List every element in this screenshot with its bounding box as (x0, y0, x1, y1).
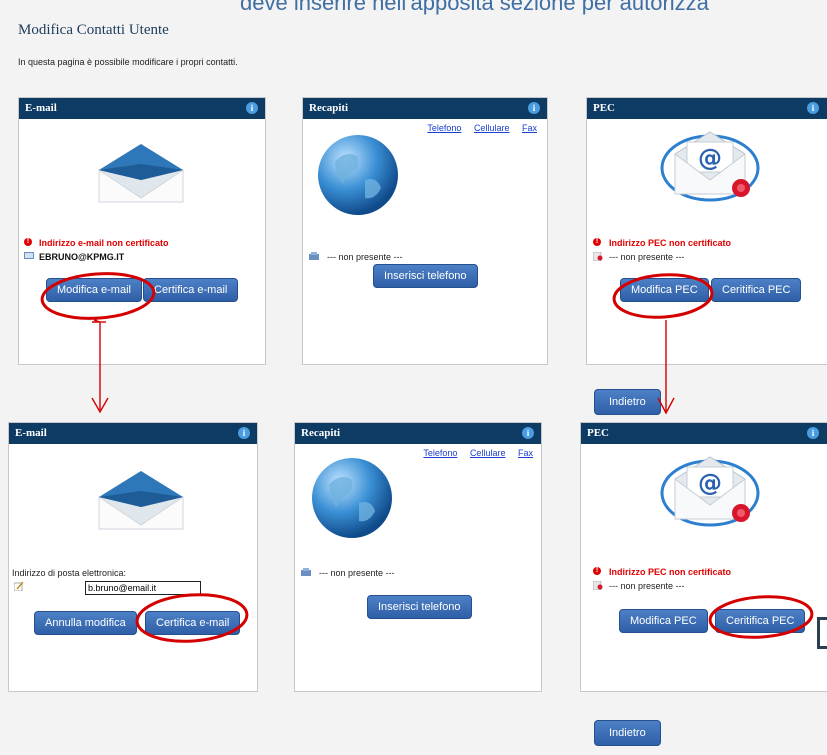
certificate-icon (593, 252, 603, 261)
pec-panel-title: PEC (593, 102, 615, 114)
clipped-heading-text: deve inserire nell'apposita sezione per … (240, 0, 709, 15)
contact-type-links: Telefono Cellulare Fax (417, 123, 537, 133)
back-button-top[interactable]: Indietro (594, 389, 661, 415)
link-cellulare[interactable]: Cellulare (470, 448, 506, 458)
recapiti-panel-title: Recapiti (309, 102, 349, 114)
svg-text:@: @ (698, 469, 722, 497)
info-icon[interactable]: i (238, 427, 250, 439)
alert-icon: ! (593, 238, 601, 246)
back-button-bottom[interactable]: Indietro (594, 720, 661, 746)
pec-envelope-icon: @ (660, 131, 760, 202)
pec-warning: Indirizzo PEC non certificato (609, 567, 732, 577)
page-title: Modifica Contatti Utente (18, 22, 169, 38)
recapiti-panel-top: Recapiti i Telefono Cellulare Fax --- no… (302, 97, 548, 365)
info-icon[interactable]: i (807, 102, 819, 114)
modify-email-button[interactable]: Modifica e-mail (46, 278, 142, 302)
info-icon[interactable]: i (528, 102, 540, 114)
phone-status: --- non presente --- (319, 568, 395, 578)
modify-pec-button[interactable]: Modifica PEC (619, 609, 708, 633)
email-panel-title: E-mail (25, 102, 57, 114)
pec-envelope-icon: @ (660, 456, 760, 527)
globe-icon (312, 458, 392, 538)
globe-icon (318, 135, 398, 215)
envelope-icon (98, 144, 184, 203)
svg-text:@: @ (698, 144, 722, 172)
modify-pec-button[interactable]: Modifica PEC (620, 278, 709, 302)
link-cellulare[interactable]: Cellulare (474, 123, 510, 133)
email-warning: Indirizzo e-mail non certificato (39, 238, 169, 248)
phone-status: --- non presente --- (327, 252, 403, 262)
certify-pec-button[interactable]: Ceritifica PEC (711, 278, 802, 302)
insert-phone-button[interactable]: Inserisci telefono (373, 264, 478, 288)
clipped-edge-glyph (817, 617, 827, 649)
pec-panel-title: PEC (587, 427, 609, 439)
info-icon[interactable]: i (807, 427, 819, 439)
link-telefono[interactable]: Telefono (423, 448, 457, 458)
pec-panel-bottom: PEC i @ ! Indirizzo PEC non certificato … (580, 422, 827, 692)
email-panel-header: E-mail i (9, 423, 257, 444)
edit-icon (14, 582, 24, 591)
pec-status: --- non presente --- (609, 581, 685, 591)
recapiti-panel-header: Recapiti i (295, 423, 541, 444)
monitor-icon (24, 252, 34, 259)
email-panel-title: E-mail (15, 427, 47, 439)
envelope-icon (98, 471, 184, 530)
recapiti-panel-bottom: Recapiti i Telefono Cellulare Fax --- no… (294, 422, 542, 692)
certificate-icon (593, 581, 603, 590)
link-fax[interactable]: Fax (518, 448, 533, 458)
link-fax[interactable]: Fax (522, 123, 537, 133)
recapiti-panel-title: Recapiti (301, 427, 341, 439)
email-panel-header: E-mail i (19, 98, 265, 119)
email-address: EBRUNO@KPMG.IT (39, 252, 125, 262)
certify-email-button[interactable]: Certifica e-mail (145, 611, 241, 635)
phone-icon (309, 252, 319, 260)
insert-phone-button[interactable]: Inserisci telefono (367, 595, 472, 619)
page-description: In questa pagina è possibile modificare … (18, 57, 238, 67)
pec-panel-header: PEC i (581, 423, 827, 444)
certify-email-button[interactable]: Certifica e-mail (143, 278, 239, 302)
link-telefono[interactable]: Telefono (427, 123, 461, 133)
email-panel-top: E-mail i ! Indirizzo e-mail non certific… (18, 97, 266, 365)
pec-panel-top: PEC i @ ! Indirizzo PEC non certificato … (586, 97, 827, 365)
email-field-label: Indirizzo di posta elettronica: (12, 568, 127, 578)
email-panel-bottom: E-mail i Indirizzo di posta elettronica:… (8, 422, 258, 692)
cancel-edit-button[interactable]: Annulla modifica (34, 611, 137, 635)
alert-icon: ! (593, 567, 601, 575)
contact-type-links: Telefono Cellulare Fax (413, 448, 533, 458)
info-icon[interactable]: i (522, 427, 534, 439)
certify-pec-button[interactable]: Ceritifica PEC (715, 609, 806, 633)
phone-icon (301, 568, 311, 576)
alert-icon: ! (24, 238, 32, 246)
info-icon[interactable]: i (246, 102, 258, 114)
pec-panel-header: PEC i (587, 98, 827, 119)
email-field[interactable] (85, 581, 201, 595)
pec-status: --- non presente --- (609, 252, 685, 262)
pec-warning: Indirizzo PEC non certificato (609, 238, 732, 248)
recapiti-panel-header: Recapiti i (303, 98, 547, 119)
